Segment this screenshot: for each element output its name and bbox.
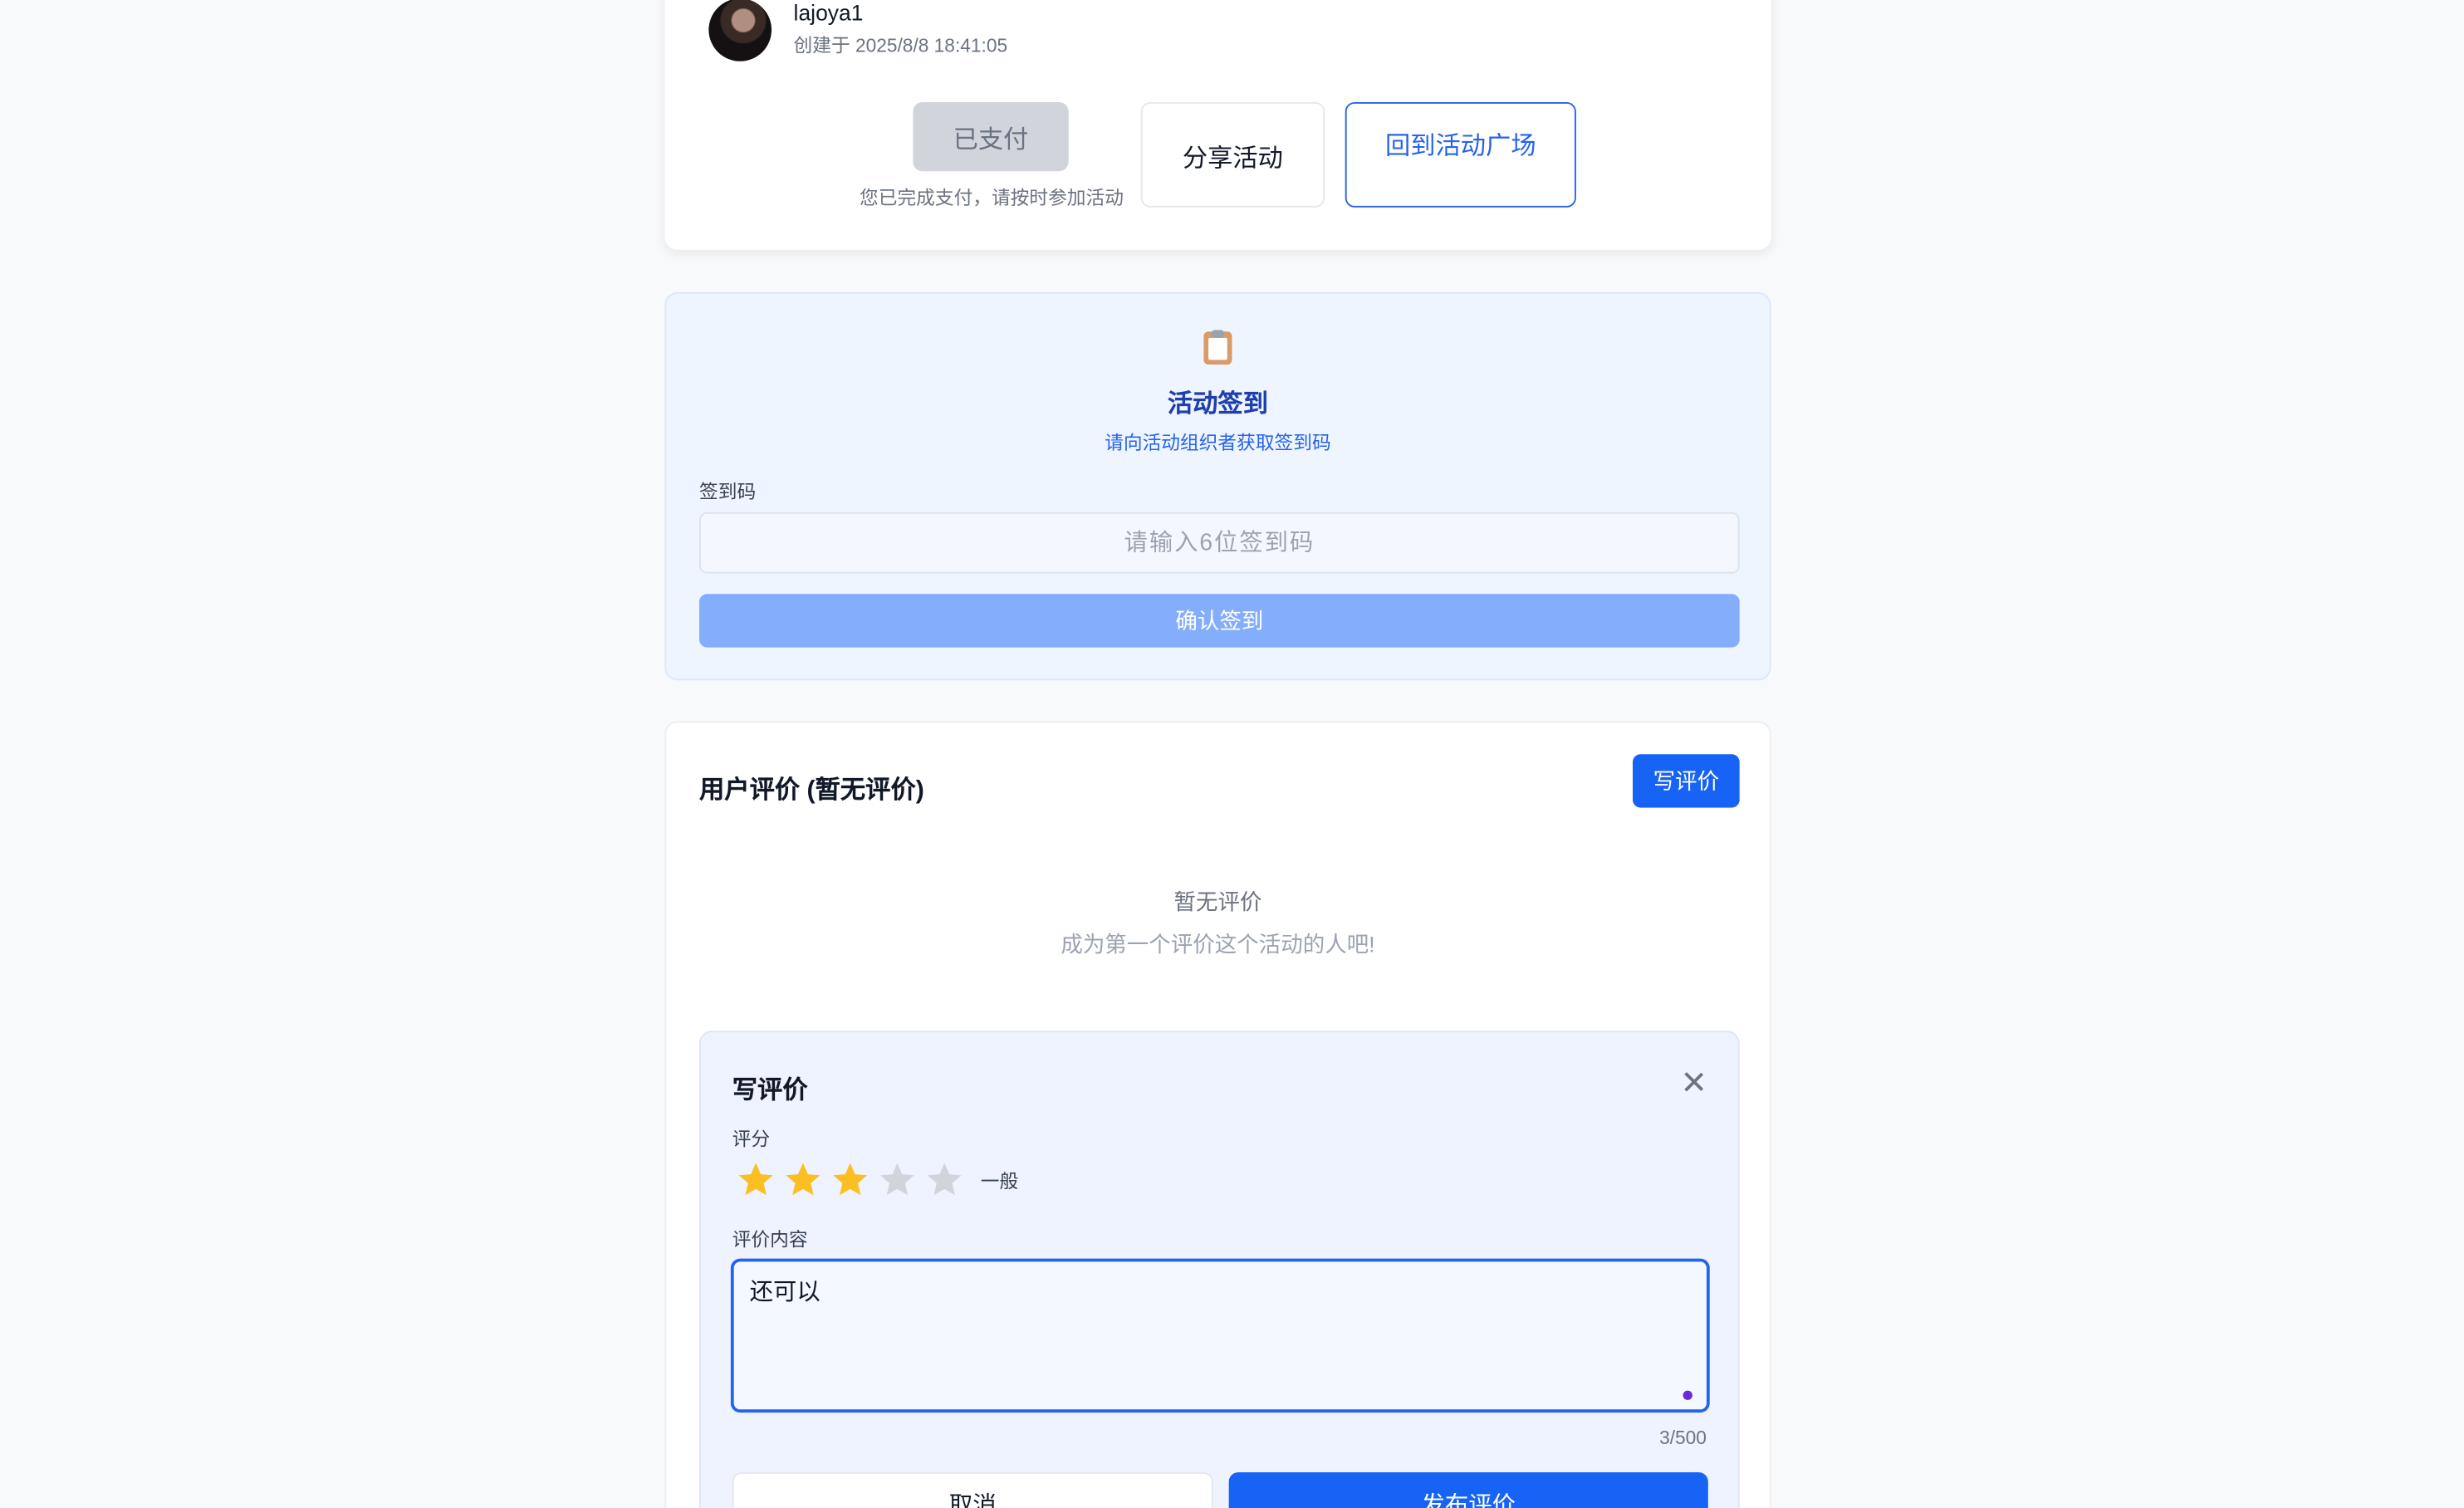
cancel-button[interactable]: 取消 — [732, 1471, 1213, 1508]
confirm-checkin-button[interactable]: 确认签到 — [699, 594, 1740, 648]
close-icon[interactable] — [1683, 1071, 1705, 1093]
paid-button[interactable]: 已支付 — [913, 101, 1069, 172]
star-rating: 一般 — [732, 1157, 1018, 1204]
review-content-textarea[interactable] — [730, 1258, 1710, 1413]
publish-review-button[interactable]: 发布评价 — [1228, 1471, 1708, 1508]
character-counter: 3/500 — [1659, 1427, 1707, 1449]
star-icon[interactable] — [921, 1157, 968, 1204]
checkin-code-input[interactable] — [699, 512, 1740, 574]
star-icon[interactable] — [874, 1157, 921, 1204]
share-activity-button[interactable]: 分享活动 — [1140, 101, 1325, 208]
write-review-button[interactable]: 写评价 — [1632, 754, 1740, 808]
avatar[interactable] — [708, 0, 772, 61]
reviews-card: 用户评价 (暂无评价) 写评价 暂无评价 成为第一个评价这个活动的人吧! 写评价… — [664, 721, 1771, 1508]
back-to-plaza-button[interactable]: 回到活动广场 — [1345, 101, 1576, 208]
textarea-resize-handle[interactable] — [1683, 1390, 1692, 1400]
rating-label: 评分 — [732, 1128, 771, 1151]
checkin-subtitle: 请向活动组织者获取签到码 — [1105, 432, 1331, 454]
review-form-title: 写评价 — [732, 1078, 808, 1105]
empty-reviews-subtitle: 成为第一个评价这个活动的人吧! — [1061, 932, 1375, 957]
star-icon[interactable] — [826, 1157, 874, 1204]
created-time: 创建于 2025/8/8 18:41:05 — [793, 34, 1008, 57]
rating-text: 一般 — [980, 1169, 1019, 1192]
star-icon[interactable] — [780, 1157, 827, 1204]
organizer-username[interactable]: lajoya1 — [794, 0, 864, 25]
star-icon[interactable] — [732, 1157, 780, 1204]
checkin-card: 活动签到 请向活动组织者获取签到码 签到码 确认签到 — [664, 291, 1771, 681]
checkin-title: 活动签到 — [1167, 391, 1269, 419]
checkin-code-label: 签到码 — [699, 481, 757, 503]
activity-summary-card: lajoya1 创建于 2025/8/8 18:41:05 已支付 您已完成支付… — [664, 0, 1771, 250]
clipboard-icon — [1203, 330, 1232, 365]
paid-note: 您已完成支付，请按时参加活动 — [860, 187, 1124, 209]
empty-reviews-title: 暂无评价 — [1173, 889, 1262, 915]
reviews-title: 用户评价 (暂无评价) — [699, 777, 924, 805]
review-form: 写评价 评分 一般 评价内容 3/500 取消 发布评价 — [699, 1031, 1740, 1508]
review-content-label: 评价内容 — [732, 1228, 808, 1251]
